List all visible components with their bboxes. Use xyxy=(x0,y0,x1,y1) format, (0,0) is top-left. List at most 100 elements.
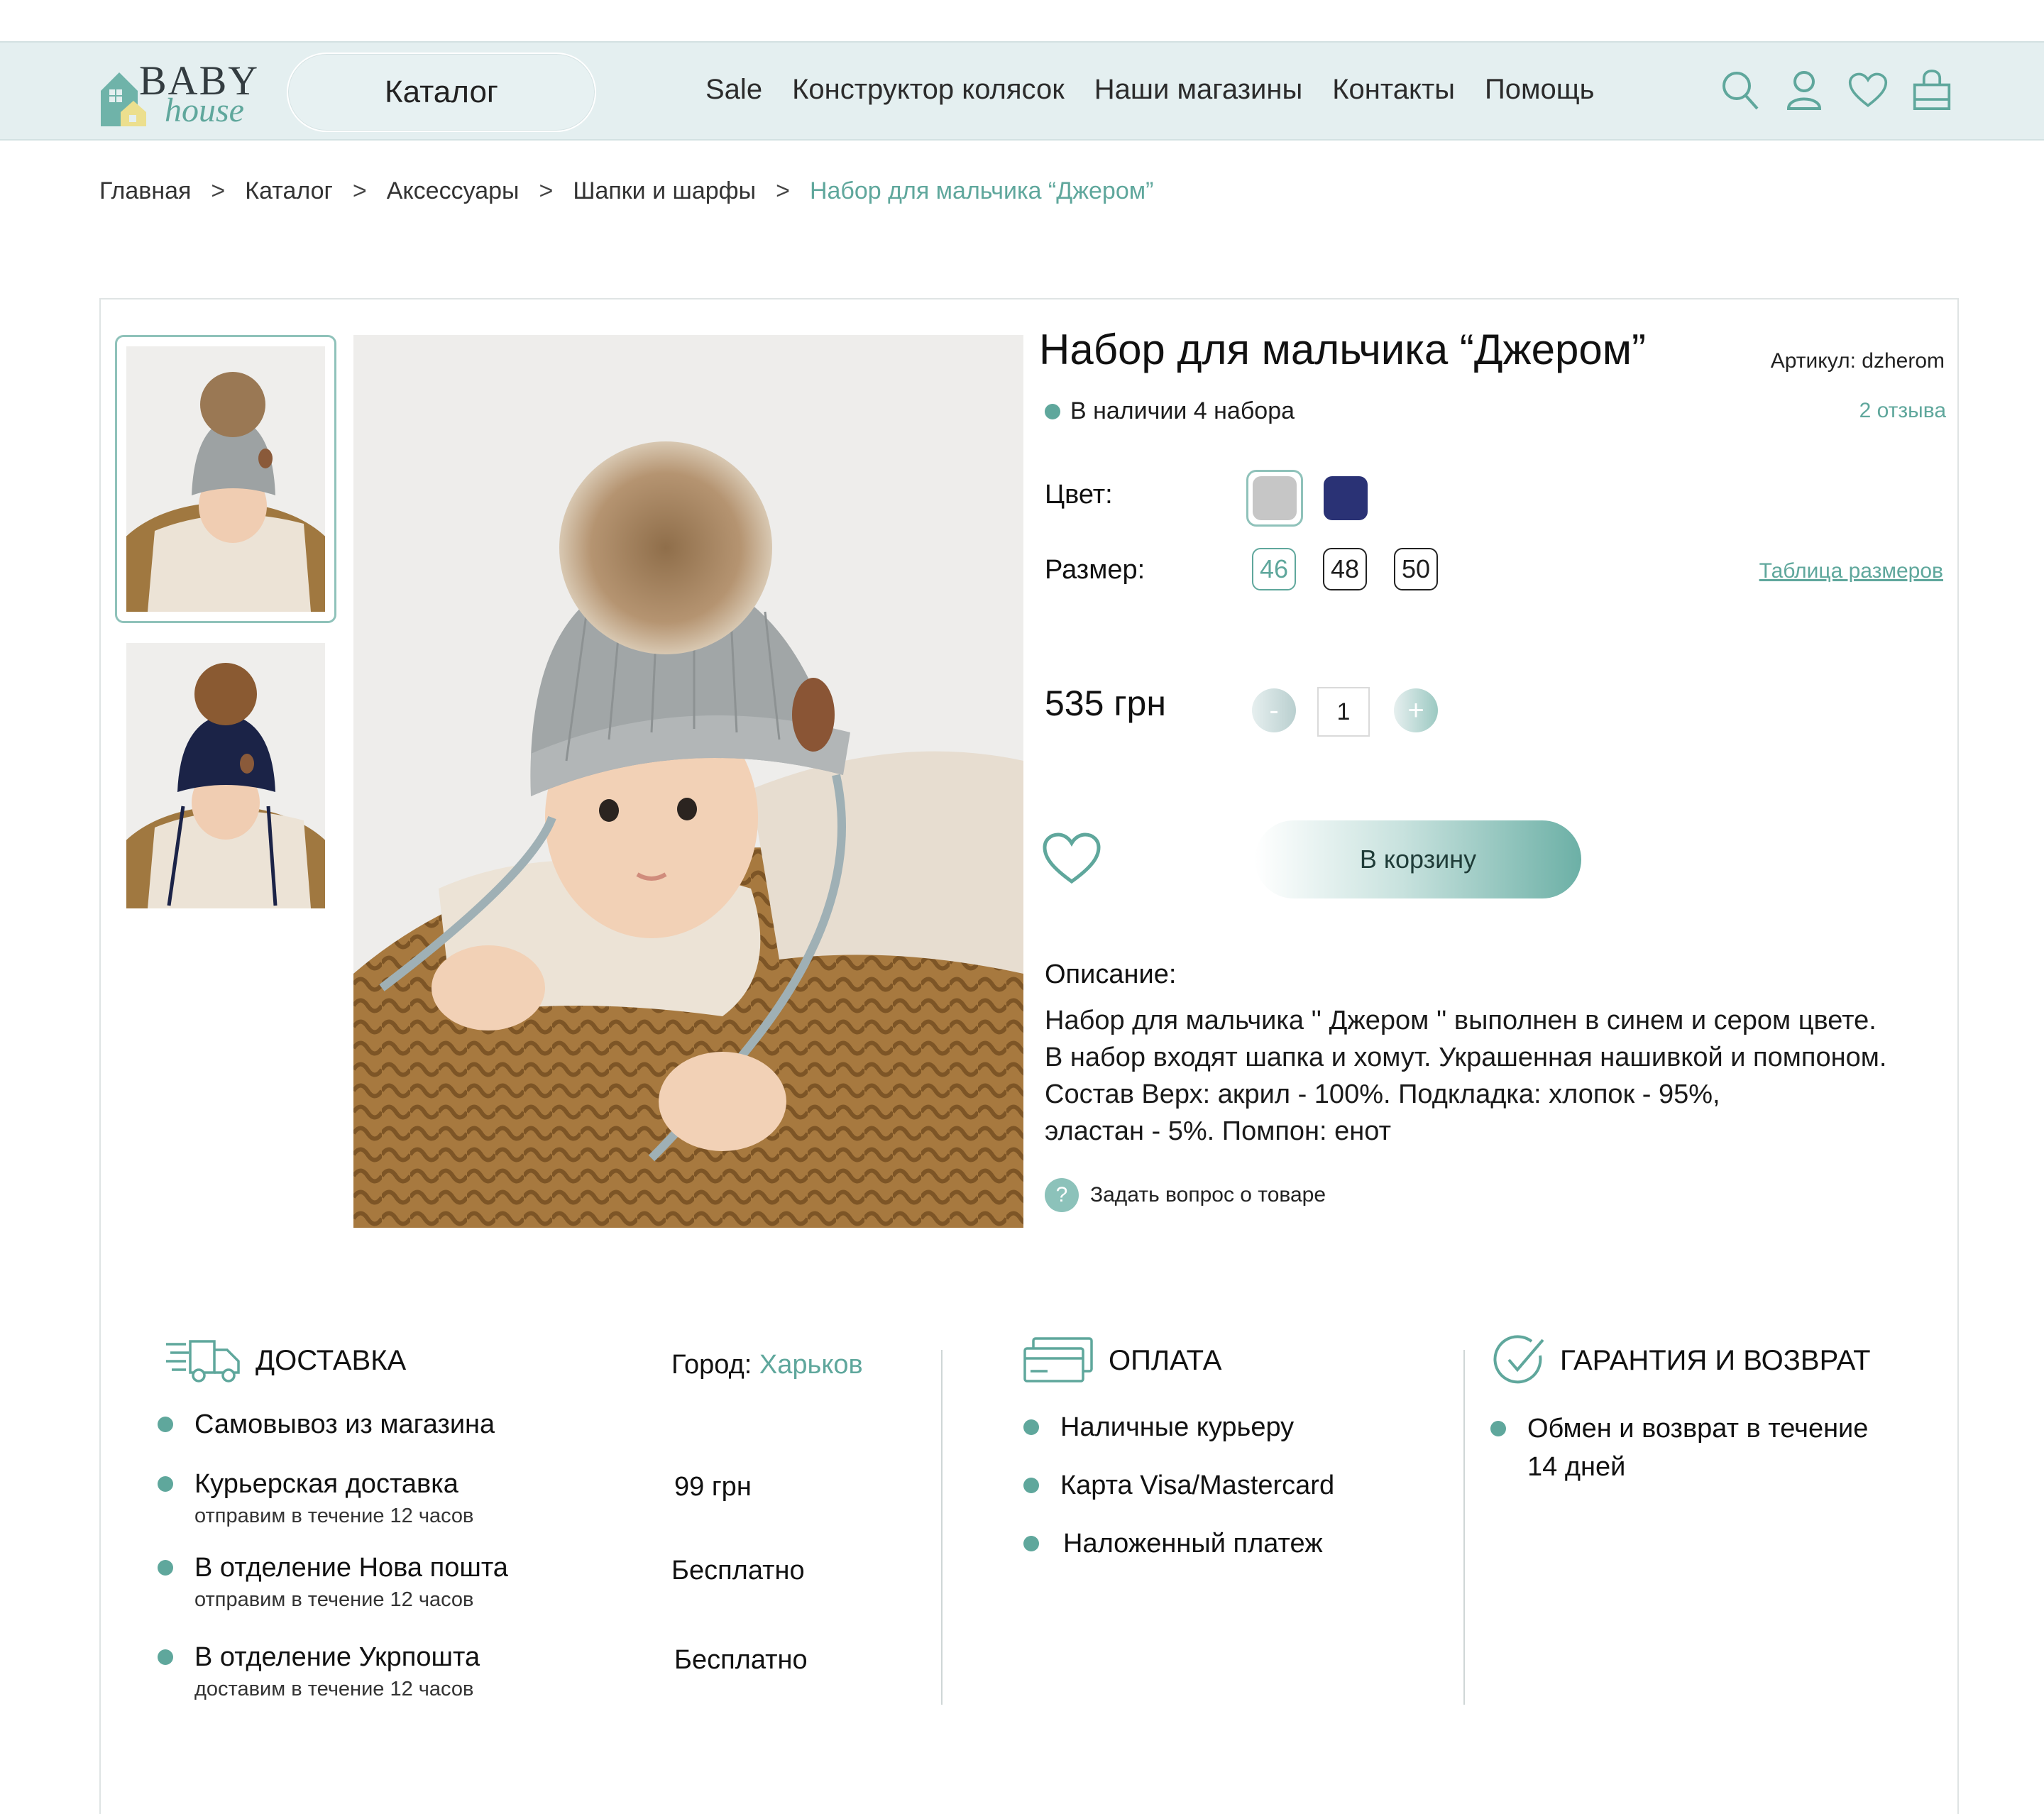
chevron-right-icon: > xyxy=(352,177,367,204)
delivery-option: В отделение Укрпошта доставим в течение … xyxy=(158,1639,480,1703)
size-option-46[interactable]: 46 xyxy=(1252,548,1296,590)
bullet-dot xyxy=(158,1560,173,1576)
chevron-right-icon: > xyxy=(776,177,790,204)
color-swatch-grey[interactable] xyxy=(1246,470,1303,527)
delivery-option-title: Самовывоз из магазина xyxy=(194,1409,495,1439)
chevron-right-icon: > xyxy=(211,177,226,204)
delivery-option-title: Курьерская доставка xyxy=(194,1469,458,1499)
payment-option-text: Наличные курьеру xyxy=(1060,1412,1295,1442)
color-label: Цвет: xyxy=(1045,480,1113,510)
bullet-dot xyxy=(1490,1421,1506,1436)
site-header: BABY house Каталог Sale Конструктор коля… xyxy=(0,41,2044,141)
payment-option: Наложенный платеж xyxy=(1023,1526,1323,1561)
stock-text: В наличии 4 набора xyxy=(1070,397,1295,424)
breadcrumb-catalog[interactable]: Каталог xyxy=(245,177,333,205)
delivery-option-cost: Бесплатно xyxy=(674,1645,808,1675)
size-label: Размер: xyxy=(1045,555,1145,585)
delivery-truck-icon xyxy=(166,1340,240,1383)
delivery-option: В отделение Нова пошта отправим в течени… xyxy=(158,1550,508,1614)
chevron-right-icon: > xyxy=(539,177,554,204)
catalog-button[interactable]: Каталог xyxy=(287,53,596,132)
credit-card-icon xyxy=(1023,1337,1093,1383)
description-heading: Описание: xyxy=(1045,960,1177,989)
bullet-dot xyxy=(1023,1419,1039,1435)
question-icon: ? xyxy=(1045,1178,1079,1212)
product-title: Набор для мальчика “Джером” xyxy=(1039,326,1646,373)
main-product-photo xyxy=(353,335,1023,1228)
bullet-dot xyxy=(1023,1478,1039,1493)
nav-item-sale[interactable]: Sale xyxy=(705,74,762,106)
logo-text-house: house xyxy=(165,92,244,129)
check-circle-icon xyxy=(1493,1335,1544,1384)
breadcrumb-home[interactable]: Главная xyxy=(99,177,191,205)
nav-item-help[interactable]: Помощь xyxy=(1485,74,1595,106)
delivery-option-title: В отделение Укрпошта xyxy=(194,1642,480,1672)
color-swatch-navy[interactable] xyxy=(1317,470,1374,527)
swatch-fill xyxy=(1253,476,1297,520)
delivery-option: Курьерская доставка отправим в течение 1… xyxy=(158,1466,473,1530)
main-nav: Sale Конструктор колясок Наши магазины К… xyxy=(705,74,1595,106)
quantity-decrease-button[interactable]: - xyxy=(1252,688,1296,732)
nav-item-contacts[interactable]: Контакты xyxy=(1332,74,1455,106)
logo[interactable]: BABY house xyxy=(99,58,270,129)
divider xyxy=(1463,1350,1465,1705)
guarantee-line: 14 дней xyxy=(1527,1452,1626,1482)
delivery-option: Самовывоз из магазина xyxy=(158,1407,495,1442)
add-to-cart-button[interactable]: В корзину xyxy=(1255,820,1581,898)
description-line: эластан - 5%. Помпон: енот xyxy=(1045,1116,1391,1146)
payment-option: Карта Visa/Mastercard xyxy=(1023,1468,1334,1503)
description-line: Состав Верх: акрил - 100%. Подкладка: хл… xyxy=(1045,1079,1720,1109)
ask-question-text: Задать вопрос о товаре xyxy=(1090,1183,1326,1206)
stock-status: В наличии 4 набора xyxy=(1045,397,1295,425)
product-card: Набор для мальчика “Джером” Артикул: dzh… xyxy=(99,298,1959,1814)
city-selector[interactable]: Город: Харьков xyxy=(671,1350,863,1380)
breadcrumb-hats[interactable]: Шапки и шарфы xyxy=(573,177,756,205)
user-icon[interactable] xyxy=(1784,67,1824,114)
product-description: Набор для мальчика '' Джером '' выполнен… xyxy=(1045,1002,1939,1150)
payment-title: ОПЛАТА xyxy=(1109,1344,1222,1376)
breadcrumb-current: Набор для мальчика “Джером” xyxy=(809,177,1154,204)
delivery-option-sub: отправим в течение 12 часов xyxy=(194,1588,474,1611)
guarantee-heading: ГАРАНТИЯ И ВОЗВРАТ xyxy=(1493,1334,1871,1387)
guarantee-title: ГАРАНТИЯ И ВОЗВРАТ xyxy=(1560,1344,1871,1376)
delivery-option-cost: 99 грн xyxy=(674,1472,752,1502)
in-stock-dot xyxy=(1045,403,1060,419)
breadcrumb-accessories[interactable]: Аксессуары xyxy=(387,177,520,205)
swatch-fill xyxy=(1324,476,1368,520)
reviews-link[interactable]: 2 отзыва xyxy=(1859,399,1946,423)
size-option-50[interactable]: 50 xyxy=(1394,548,1438,590)
heart-icon[interactable] xyxy=(1848,67,1888,114)
header-actions xyxy=(1720,67,1952,114)
guarantee-line: Обмен и возврат в течение xyxy=(1527,1414,1869,1444)
size-table-link[interactable]: Таблица размеров xyxy=(1759,559,1943,583)
delivery-heading: ДОСТАВКА xyxy=(165,1337,406,1384)
bullet-dot xyxy=(158,1417,173,1432)
delivery-option-sub: отправим в течение 12 часов xyxy=(194,1505,474,1527)
search-icon[interactable] xyxy=(1720,67,1760,114)
product-price: 535 грн xyxy=(1045,683,1166,723)
size-option-48[interactable]: 48 xyxy=(1323,548,1367,590)
nav-item-stroller-builder[interactable]: Конструктор колясок xyxy=(792,74,1065,106)
description-line: Набор для мальчика '' Джером '' выполнен… xyxy=(1045,1006,1877,1035)
city-label: Город: xyxy=(671,1350,752,1380)
quantity-increase-button[interactable]: + xyxy=(1394,688,1438,732)
bullet-dot xyxy=(1023,1536,1039,1551)
delivery-option-sub: доставим в течение 12 часов xyxy=(194,1678,474,1700)
divider xyxy=(941,1350,943,1705)
payment-option: Наличные курьеру xyxy=(1023,1409,1294,1445)
nav-item-stores[interactable]: Наши магазины xyxy=(1094,74,1302,106)
guarantee-item: Обмен и возврат в течение 14 дней xyxy=(1490,1411,1868,1485)
ask-question-link[interactable]: ? Задать вопрос о товаре xyxy=(1045,1178,1326,1212)
add-to-favorites-heart-icon[interactable] xyxy=(1042,832,1101,886)
thumbnail-grey-hat[interactable] xyxy=(126,346,325,612)
payment-option-text: Карта Visa/Mastercard xyxy=(1060,1471,1335,1500)
quantity-input[interactable]: 1 xyxy=(1317,687,1370,737)
bag-icon[interactable] xyxy=(1912,67,1952,114)
breadcrumb: Главная > Каталог > Аксессуары > Шапки и… xyxy=(99,177,1153,205)
payment-heading: ОПЛАТА xyxy=(1023,1337,1221,1384)
product-sku: Артикул: dzherom xyxy=(1770,349,1945,373)
city-value[interactable]: Харьков xyxy=(759,1350,863,1380)
thumbnail-navy-hat[interactable] xyxy=(126,643,325,908)
delivery-option-title: В отделение Нова пошта xyxy=(194,1553,508,1583)
delivery-title: ДОСТАВКА xyxy=(256,1344,407,1376)
